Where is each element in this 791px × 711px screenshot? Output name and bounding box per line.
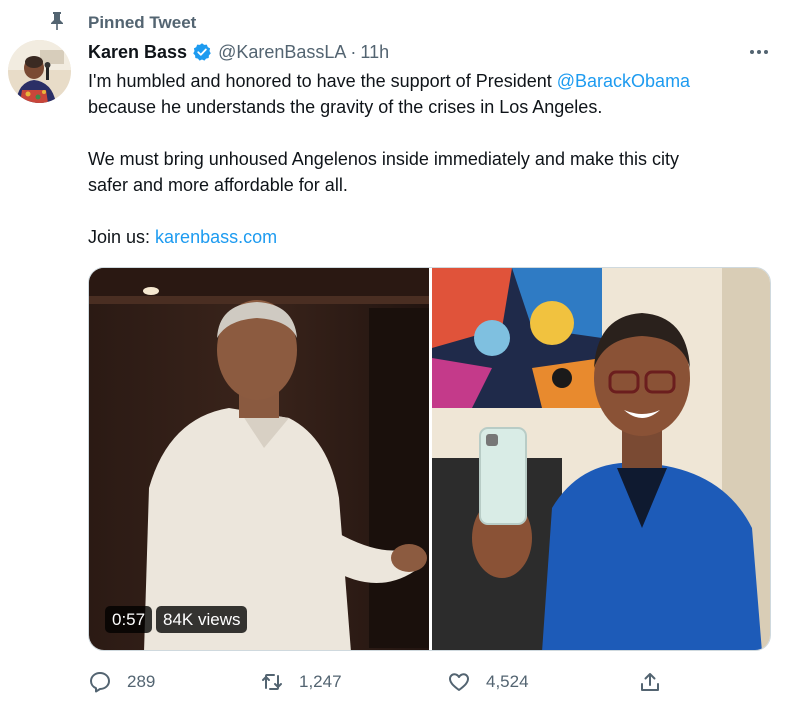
join-label: Join us: bbox=[88, 227, 156, 247]
tweet-text-segment: I'm humbled and honored to have the supp… bbox=[88, 71, 557, 91]
like-button[interactable]: 4,524 bbox=[447, 668, 529, 696]
mention-link[interactable]: @BarackObama bbox=[557, 71, 690, 91]
more-icon bbox=[750, 50, 754, 54]
heart-icon bbox=[449, 673, 469, 691]
share-icon bbox=[641, 673, 659, 691]
tweet-header: Karen Bass @KarenBassLA · 11h bbox=[88, 40, 389, 64]
timestamp[interactable]: 11h bbox=[360, 42, 389, 63]
tweet-line: safer and more affordable for all. bbox=[88, 175, 348, 195]
tweet-line: We must bring unhoused Angelenos inside … bbox=[88, 149, 679, 169]
video-left-frame[interactable]: 0:57 84K views bbox=[89, 268, 429, 650]
reply-count: 289 bbox=[127, 672, 156, 691]
retweet-icon bbox=[262, 674, 282, 690]
pin-icon bbox=[51, 12, 63, 30]
video-right-frame[interactable] bbox=[432, 268, 770, 650]
retweet-count: 1,247 bbox=[299, 672, 342, 691]
display-name[interactable]: Karen Bass bbox=[88, 42, 187, 63]
tweet-line: Join us: karenbass.com bbox=[88, 224, 778, 250]
verified-badge-icon bbox=[193, 43, 211, 61]
share-button[interactable] bbox=[638, 668, 662, 696]
tweet-actions: 289 1,247 4,524 bbox=[88, 668, 678, 696]
more-options-button[interactable] bbox=[746, 42, 772, 62]
video-views-badge: 84K views bbox=[156, 606, 248, 633]
retweet-button[interactable]: 1,247 bbox=[260, 668, 342, 696]
more-icon-dot bbox=[757, 50, 761, 54]
reply-button[interactable]: 289 bbox=[88, 668, 155, 696]
website-link[interactable]: karenbass.com bbox=[155, 227, 277, 247]
user-handle[interactable]: @KarenBassLA bbox=[218, 42, 346, 63]
separator-dot: · bbox=[350, 41, 357, 62]
video-duration-badge: 0:57 bbox=[105, 606, 153, 633]
reply-icon bbox=[90, 672, 110, 693]
tweet-text: I'm humbled and honored to have the supp… bbox=[88, 68, 778, 250]
tweet-line: because he understands the gravity of th… bbox=[88, 97, 603, 117]
tweet-line: I'm humbled and honored to have the supp… bbox=[88, 68, 778, 94]
avatar[interactable] bbox=[8, 40, 71, 103]
like-count: 4,524 bbox=[486, 672, 529, 691]
more-icon-dot bbox=[764, 50, 768, 54]
video-media[interactable]: 0:57 84K views bbox=[88, 267, 771, 651]
pinned-label: Pinned Tweet bbox=[88, 13, 197, 32]
